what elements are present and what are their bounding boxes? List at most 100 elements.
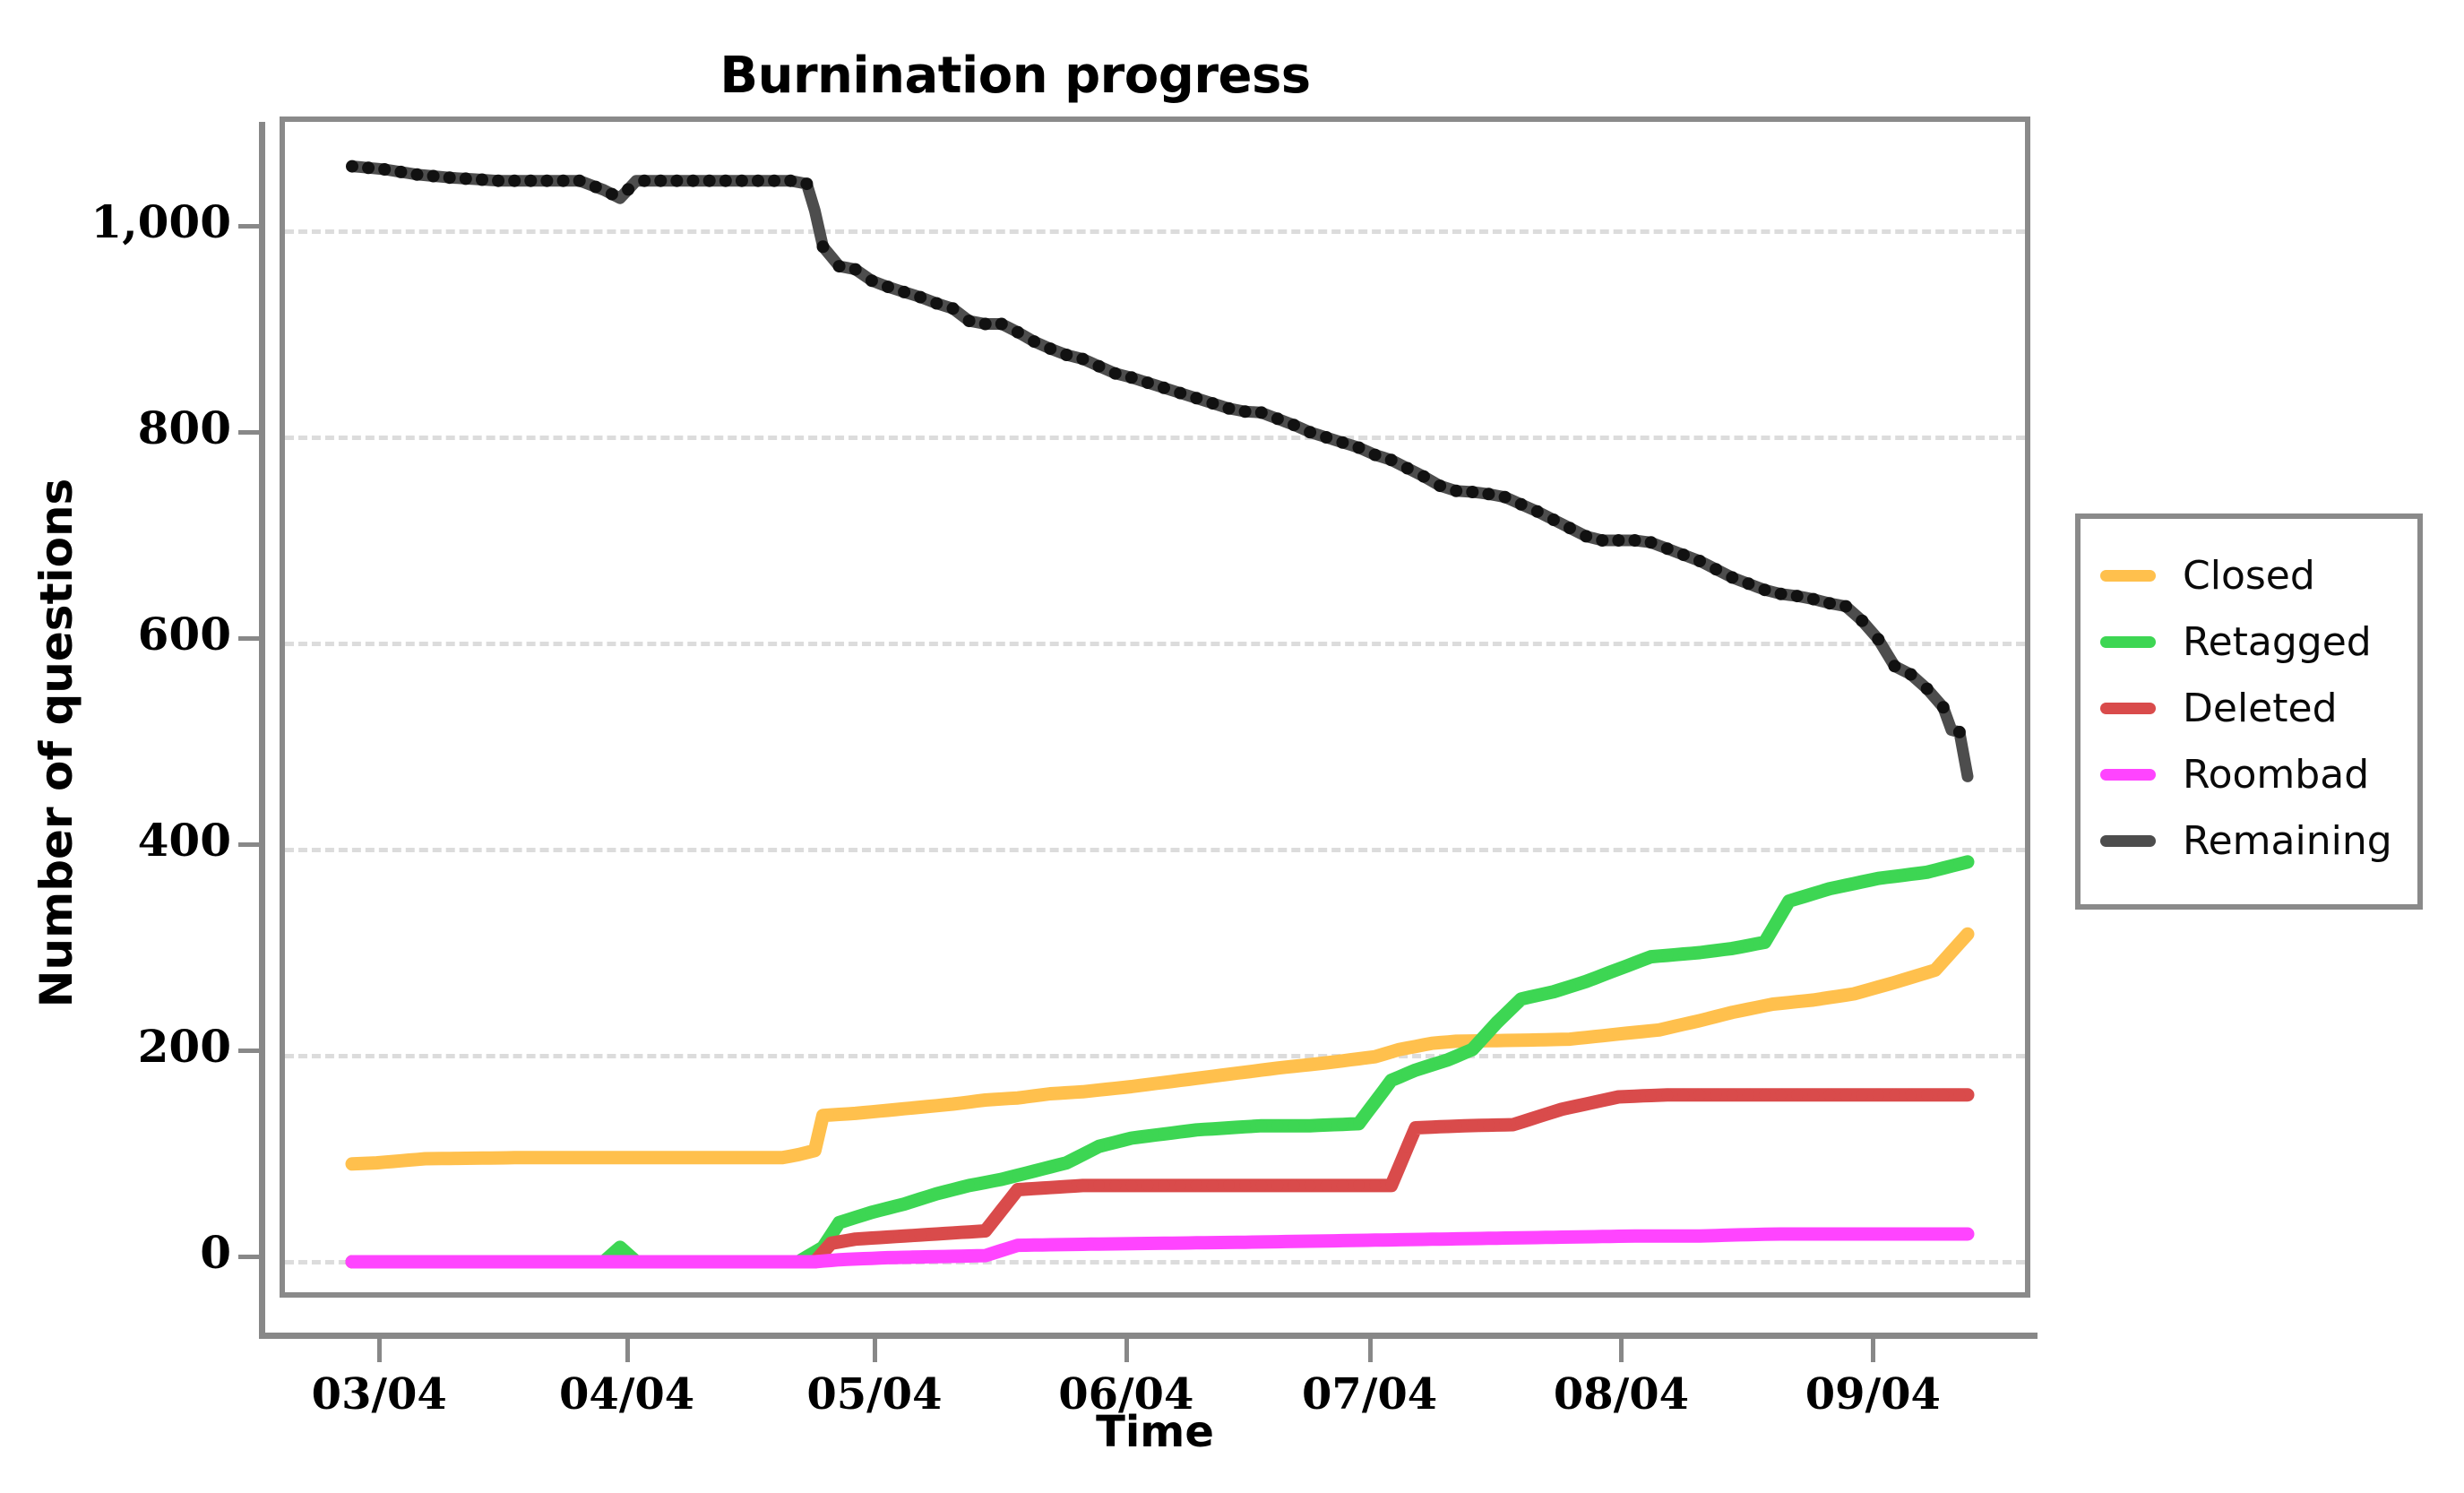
series-marker [866,1232,878,1244]
legend-item[interactable]: Closed [2081,542,2417,608]
series-marker [1726,1006,1738,1019]
series-marker [784,1150,797,1162]
series-marker [849,263,862,276]
series-marker [963,1179,976,1192]
series-marker [1174,1237,1186,1249]
series-marker [524,174,538,187]
series-marker [1823,991,1836,1004]
legend-item[interactable]: Remaining [2081,807,2417,874]
series-marker [1206,397,1219,410]
series-marker [1596,1094,1608,1107]
series-marker [1888,660,1901,673]
series-marker [476,173,488,186]
series-marker [947,1250,959,1263]
series-marker [573,1256,586,1268]
series-marker [1076,352,1090,366]
series-marker [1353,1053,1365,1065]
series-marker [1092,359,1106,373]
series-marker [1060,1157,1073,1169]
series-marker [590,1152,602,1164]
series-marker [1774,587,1788,600]
legend-swatch-closed [2100,569,2156,582]
series-marker [1660,542,1674,556]
series-marker [1645,951,1658,963]
series-marker [752,1256,764,1268]
series-marker [427,1152,440,1165]
series-marker [1368,448,1382,462]
series-marker [866,1206,878,1219]
series-marker [1710,1230,1722,1242]
x-tick-label: 06/04 [1058,1369,1194,1420]
series-marker [849,1253,862,1265]
series-marker [492,174,505,187]
legend-item[interactable]: Roombad [2081,741,2417,807]
series-marker [1158,1127,1170,1140]
legend-item[interactable]: Retagged [2081,608,2417,675]
series-marker [444,1256,456,1268]
series-marker [1255,1119,1268,1132]
series-marker [1076,1179,1089,1192]
series-retagged [345,855,1975,1269]
series-marker [1726,1089,1738,1101]
legend-swatch-retagged [2100,635,2156,648]
y-axis-title: Number of questions [30,478,82,1008]
series-marker [1872,872,1884,885]
series-marker [1905,1089,1917,1101]
series-marker [979,1094,992,1106]
x-axis-spine [259,1333,2038,1339]
series-marker [1450,1120,1462,1133]
series-marker [1044,1161,1056,1173]
series-marker [736,1152,748,1164]
series-marker [1369,1096,1382,1109]
series-marker [1515,1231,1528,1244]
series-marker [1547,1231,1560,1244]
series-marker [1012,1239,1024,1252]
series-marker [1141,376,1154,390]
series-marker [832,260,846,273]
series-marker [1239,1179,1252,1192]
series-roombad [345,1227,1975,1269]
series-marker [914,1193,926,1205]
series-marker [410,168,424,181]
series-marker [1937,862,1950,875]
series-marker [1125,1081,1138,1092]
series-marker [1759,999,1770,1012]
series-marker [540,1152,553,1164]
series-marker [1336,436,1349,449]
legend-label-retagged: Retagged [2183,618,2372,665]
y-tick-mark [238,842,262,847]
series-marker [914,1101,926,1113]
series-marker [411,1256,423,1268]
series-marker [1856,614,1869,627]
series-marker [1206,1237,1219,1249]
series-marker [1580,530,1593,543]
series-marker [752,1152,764,1164]
series-marker [1839,879,1852,892]
series-marker [1466,486,1479,498]
series-marker [800,177,814,191]
series-marker [1434,1057,1446,1068]
series-marker [1239,1066,1252,1078]
series-marker [1499,1118,1512,1131]
series-marker [1676,548,1690,562]
series-marker [1726,571,1739,584]
series-marker [1044,1238,1056,1251]
series-marker [1596,969,1608,981]
series-marker [1889,1089,1900,1101]
legend-item[interactable]: Deleted [2081,675,2417,741]
series-marker [394,1256,407,1268]
series-marker [1791,893,1804,905]
series-marker [1677,948,1690,960]
series-marker [1710,1089,1722,1101]
series-marker [1109,1082,1122,1094]
series-marker [882,1230,894,1243]
series-marker [1807,1089,1820,1101]
series-marker [1320,1179,1332,1192]
series-marker [1417,1233,1430,1246]
series-marker [930,297,943,310]
series-marker [1109,1136,1122,1149]
series-marker [1937,955,1950,967]
series-marker [1661,949,1674,962]
series-marker [914,1251,926,1264]
series-marker [1661,1089,1674,1101]
